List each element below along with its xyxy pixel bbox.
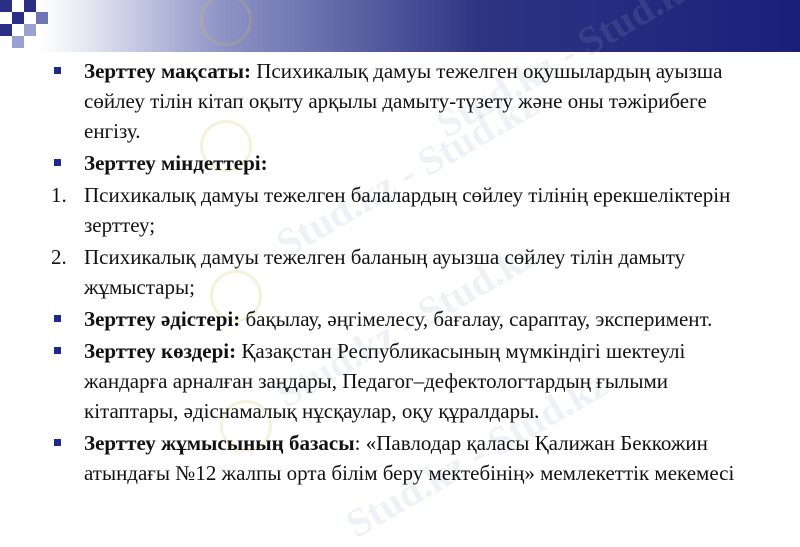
- item-number: 2.: [51, 245, 67, 269]
- numbered-item-1: 1. Психикалық дамуы тежелген балалардың …: [0, 180, 800, 240]
- item-label: Зерттеу жұмысының базасы: [84, 431, 355, 455]
- bullet-marker-icon: [54, 347, 61, 354]
- corner-checker-decoration: [0, 0, 60, 52]
- item-label: Зерттеу міндеттері:: [84, 151, 268, 175]
- list-item-research-tasks: Зерттеу міндеттері:: [0, 148, 800, 178]
- bullet-marker-icon: [54, 439, 61, 446]
- bullet-marker-icon: [54, 315, 61, 322]
- item-text: бақылау, әңгімелесу, бағалау, сараптау, …: [240, 307, 713, 331]
- item-label: Зерттеу мақсаты:: [84, 59, 251, 83]
- list-item-research-base: Зерттеу жұмысының базасы: «Павлодар қала…: [0, 428, 800, 488]
- title-bar-decoration: [0, 0, 800, 52]
- item-label: Зерттеу әдістері:: [84, 307, 241, 331]
- list-item-research-sources: Зерттеу көздері: Қазақстан Республикасын…: [0, 336, 800, 426]
- numbered-item-2: 2. Психикалық дамуы тежелген баланың ауы…: [0, 242, 800, 302]
- item-label: Зерттеу көздері:: [84, 339, 237, 363]
- list-item-research-methods: Зерттеу әдістері: бақылау, әңгімелесу, б…: [0, 304, 800, 334]
- slide-content: Зерттеу мақсаты: Психикалық дамуы тежелг…: [0, 56, 800, 488]
- bullet-marker-icon: [54, 67, 61, 74]
- list-item-research-goal: Зерттеу мақсаты: Психикалық дамуы тежелг…: [0, 56, 800, 146]
- bullet-marker-icon: [54, 159, 61, 166]
- item-number: 1.: [51, 183, 67, 207]
- item-text: Психикалық дамуы тежелген балалардың сөй…: [84, 183, 731, 237]
- item-text: Психикалық дамуы тежелген баланың ауызша…: [84, 245, 686, 299]
